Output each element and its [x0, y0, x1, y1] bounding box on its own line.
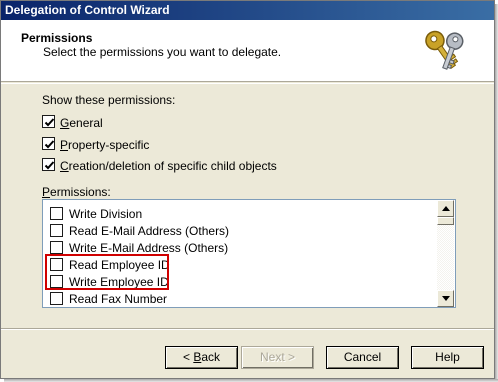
property-specific-checkbox[interactable] [42, 137, 55, 150]
permission-label: Read Fax Number [69, 292, 168, 306]
child-objects-label[interactable]: Creation/deletion of specific child obje… [60, 159, 277, 173]
next-button[interactable]: Next > [241, 346, 314, 369]
general-checkbox[interactable] [42, 115, 55, 128]
keys-icon [425, 30, 464, 70]
back-button[interactable]: < Back [165, 346, 238, 369]
general-label[interactable]: General [60, 116, 103, 130]
permission-checkbox[interactable] [50, 224, 63, 237]
wizard-window: Delegation of Control Wizard Permissions… [0, 0, 495, 379]
arrow-down-icon [442, 296, 450, 301]
permission-checkbox[interactable] [50, 241, 63, 254]
child-objects-checkbox[interactable] [42, 158, 55, 171]
footer-divider-light [1, 329, 494, 330]
checkmark-icon [44, 118, 55, 127]
permissions-label: Permissions: [42, 185, 111, 199]
vertical-scrollbar[interactable] [437, 200, 454, 307]
scroll-thumb[interactable] [437, 217, 454, 225]
scroll-up-button[interactable] [437, 200, 454, 217]
permission-item[interactable]: Read E-Mail Address (Others) [43, 222, 437, 239]
permission-item[interactable]: Read Fax Number [43, 290, 437, 307]
page-subtitle: Select the permissions you want to deleg… [43, 45, 282, 59]
page-title: Permissions [21, 31, 93, 45]
highlight-box [45, 254, 169, 290]
permission-checkbox[interactable] [50, 207, 63, 220]
permission-label: Write Division [69, 207, 143, 221]
property-specific-label[interactable]: Property-specific [60, 138, 149, 152]
permission-label: Read E-Mail Address (Others) [69, 224, 230, 238]
title-bar[interactable]: Delegation of Control Wizard [1, 1, 494, 20]
help-button[interactable]: Help [411, 346, 484, 369]
checkmark-icon [44, 140, 55, 149]
checkmark-icon [44, 161, 55, 170]
permission-label: Write E-Mail Address (Others) [69, 241, 229, 255]
wizard-header: Permissions Select the permissions you w… [1, 20, 494, 82]
cancel-button[interactable]: Cancel [326, 346, 399, 369]
permission-item[interactable]: Write Division [43, 205, 437, 222]
scroll-down-button[interactable] [437, 290, 454, 307]
header-divider [1, 83, 494, 84]
arrow-up-icon [442, 206, 450, 211]
show-permissions-label: Show these permissions: [42, 93, 176, 107]
permission-checkbox[interactable] [50, 292, 63, 305]
window-title: Delegation of Control Wizard [5, 3, 170, 17]
